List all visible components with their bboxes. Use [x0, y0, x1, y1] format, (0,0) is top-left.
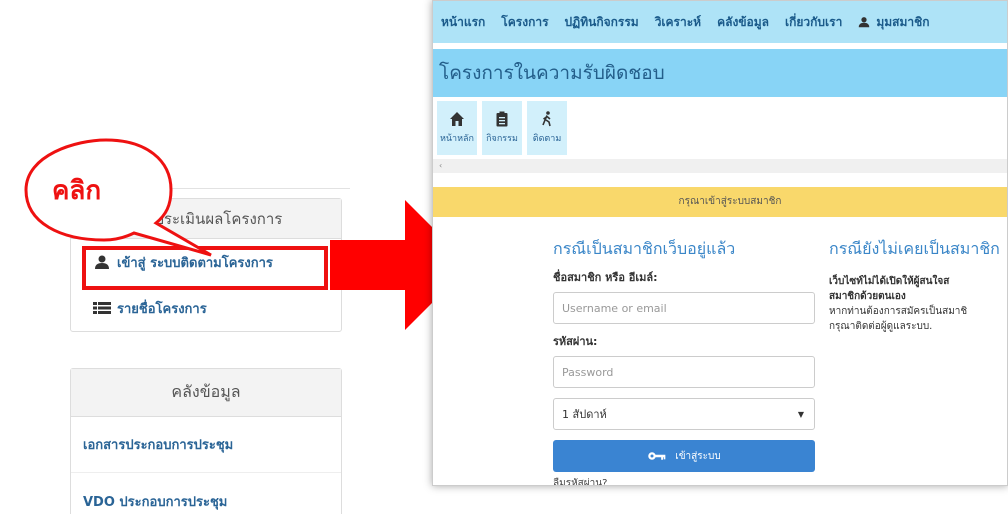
project-title: โครงการในความรับผิดชอบ: [433, 49, 1007, 97]
nav-member-label: มุมสมาชิก: [876, 14, 930, 29]
register-title: กรณียังไม่เคยเป็นสมาชิก: [829, 239, 1000, 258]
activity-button-label: กิจกรรม: [486, 134, 518, 144]
key-icon: [648, 452, 666, 460]
login-button[interactable]: เข้าสู่ระบบ: [553, 440, 815, 472]
nav-repository[interactable]: คลังข้อมูล: [717, 13, 769, 32]
top-nav: หน้าแรก โครงการ ปฏิทินกิจกรรม วิเคราะห์ …: [433, 1, 1007, 43]
meeting-documents-link[interactable]: เอกสารประกอบการประชุม: [71, 417, 341, 473]
info-line: กรุณาติดต่อผู้ดูแลระบบ.: [829, 321, 933, 332]
horizontal-scrollbar[interactable]: ‹: [433, 159, 1007, 173]
nav-member[interactable]: มุมสมาชิก: [858, 13, 930, 32]
walking-icon: [542, 111, 551, 127]
dropdown-arrow-icon: ▼: [797, 409, 804, 419]
project-list-link[interactable]: รายชื่อโครงการ: [71, 285, 341, 331]
login-button-label: เข้าสู่ระบบ: [675, 450, 721, 462]
password-input[interactable]: Password: [553, 356, 815, 388]
project-list-label: รายชื่อโครงการ: [117, 301, 207, 317]
home-button-label: หน้าหลัก: [439, 134, 475, 144]
username-input[interactable]: Username or email: [553, 292, 815, 324]
nav-projects[interactable]: โครงการ: [501, 13, 548, 32]
home-button[interactable]: หน้าหลัก: [437, 101, 477, 155]
login-form: กรณีเป็นสมาชิกเว็บอยู่แล้ว ชื่อสมาชิก หร…: [553, 237, 815, 485]
password-label: รหัสผ่าน:: [553, 335, 598, 348]
user-icon: [859, 17, 870, 28]
nav-home[interactable]: หน้าแรก: [441, 13, 485, 32]
login-page-screenshot: หน้าแรก โครงการ ปฏิทินกิจกรรม วิเคราะห์ …: [432, 0, 1008, 486]
remember-select[interactable]: 1 สัปดาห์ ▼: [553, 398, 815, 430]
login-notice: กรุณาเข้าสู่ระบบสมาชิก: [433, 187, 1007, 217]
icon-toolbar: หน้าหลัก กิจกรรม ติดตาม: [433, 101, 1007, 155]
follow-button-label: ติดตาม: [532, 134, 562, 144]
follow-button[interactable]: ติดตาม: [527, 101, 567, 155]
meeting-vdo-link[interactable]: VDO ประกอบการประชุม: [71, 473, 341, 514]
nav-analysis[interactable]: วิเคราะห์: [655, 13, 701, 32]
info-line: หากท่านต้องการสมัครเป็นสมาชิ: [829, 306, 968, 317]
callout-text: คลิก: [52, 176, 102, 206]
nav-about[interactable]: เกี่ยวกับเรา: [785, 13, 842, 32]
list-icon: [93, 302, 111, 314]
remember-value: 1 สัปดาห์: [562, 408, 607, 421]
info-line: เว็บไซท์ไม่ได้เปิดให้ผู้สนใจส: [829, 276, 950, 287]
info-line: สมาชิกด้วยตนเอง: [829, 291, 906, 302]
register-info: กรณียังไม่เคยเป็นสมาชิก เว็บไซท์ไม่ได้เป…: [829, 237, 1007, 334]
repository-header: คลังข้อมูล: [71, 369, 341, 417]
login-title: กรณีเป็นสมาชิกเว็บอยู่แล้ว: [553, 239, 736, 258]
home-icon: [450, 112, 464, 126]
activity-button[interactable]: กิจกรรม: [482, 101, 522, 155]
nav-calendar[interactable]: ปฏิทินกิจกรรม: [565, 13, 639, 32]
clipboard-icon: [496, 111, 508, 127]
forgot-password-link[interactable]: ลืมรหัสผ่าน?: [553, 476, 815, 485]
username-label: ชื่อสมาชิก หรือ อีเมล์:: [553, 271, 658, 284]
repository-panel: คลังข้อมูล เอกสารประกอบการประชุม VDO ประ…: [70, 368, 342, 514]
